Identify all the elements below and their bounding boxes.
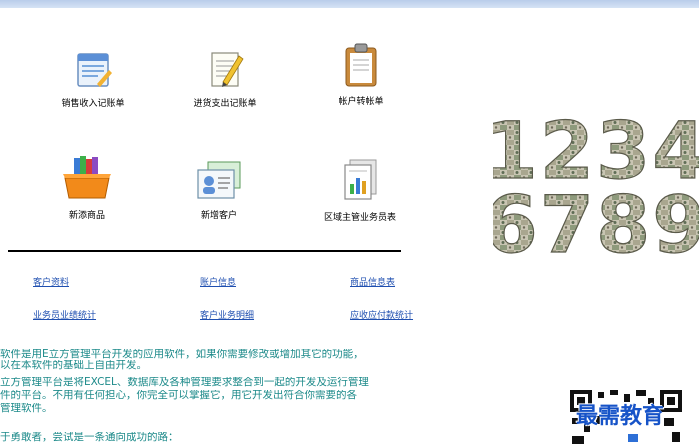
contact-card-icon	[197, 161, 241, 199]
add-customer-button[interactable]: 新增客户	[174, 160, 264, 221]
add-product-button[interactable]: 新添商品	[42, 152, 132, 221]
tile-label: 帐户转帐单	[338, 97, 384, 107]
description-line: 立方管理平台是将EXCEL、数据库及各种管理要求整合到一起的开发及运行管理	[0, 377, 369, 388]
notepad-pencil-icon	[211, 52, 244, 87]
report-chart-icon	[344, 159, 377, 200]
purchase-expense-voucher-button[interactable]: 进货支出记账单	[180, 48, 270, 109]
money-digits-decoration: 1234 6789	[493, 110, 699, 260]
ledger-form-icon	[77, 53, 112, 87]
window-top-bar	[0, 0, 699, 8]
description-line: 以在本软件的基础上自由开发。	[0, 360, 147, 371]
tile-label: 销售收入记账单	[61, 99, 125, 109]
description-line: 件的平台。不用有任何担心，你完全可以掌握它，用它开发出符合你需要的各	[0, 390, 357, 401]
link-sales-performance[interactable]: 业务员业绩统计	[33, 308, 96, 321]
description-line: 于勇敢者，尝试是一条通向成功的路：	[0, 432, 179, 443]
link-account-info[interactable]: 账户信息	[200, 275, 236, 288]
tile-label: 新增客户	[200, 211, 237, 221]
books-box-icon	[63, 156, 111, 199]
description-line: 软件是用E立方管理平台开发的应用软件，如果你需要修改或增加其它的功能，	[0, 349, 364, 360]
account-transfer-voucher-button[interactable]: 帐户转帐单	[316, 42, 406, 107]
tile-label: 进货支出记账单	[193, 99, 257, 109]
watermark-brand: 最需教育	[576, 404, 665, 429]
description-line: 管理软件。	[0, 403, 53, 414]
sales-income-voucher-button[interactable]: 销售收入记账单	[48, 50, 138, 109]
link-customer-info[interactable]: 客户资料	[33, 275, 69, 288]
region-supervisor-salesperson-table-button[interactable]: 区域主管业务员表	[310, 158, 410, 223]
section-divider	[8, 250, 401, 252]
link-receivable-payable[interactable]: 应收应付款统计	[350, 308, 413, 321]
link-product-info[interactable]: 商品信息表	[350, 275, 395, 288]
tile-label: 新添商品	[68, 211, 105, 221]
tile-label: 区域主管业务员表	[323, 213, 396, 223]
digits-row-2: 6789	[493, 181, 699, 260]
link-customer-business-details[interactable]: 客户业务明细	[200, 308, 254, 321]
clipboard-icon	[345, 43, 377, 87]
